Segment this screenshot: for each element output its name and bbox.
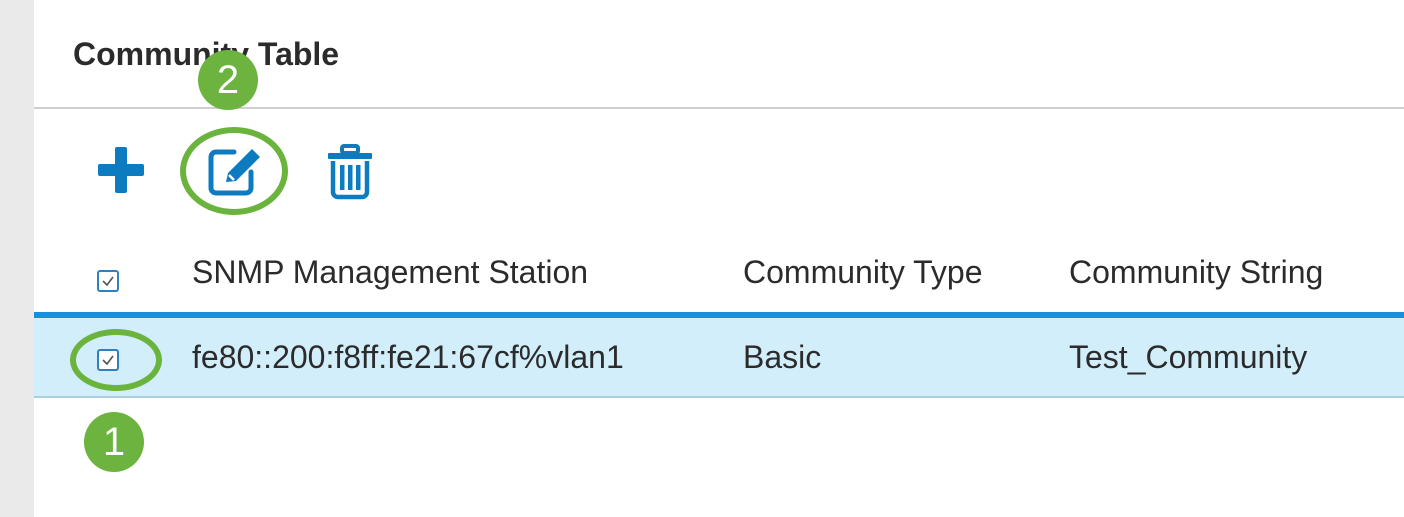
table-row[interactable]: fe80::200:f8ff:fe21:67cf%vlan1 Basic Tes… bbox=[34, 318, 1404, 398]
callout-badge-1: 1 bbox=[84, 412, 144, 472]
cell-station: fe80::200:f8ff:fe21:67cf%vlan1 bbox=[192, 339, 624, 375]
cell-string: Test_Community bbox=[1069, 339, 1308, 375]
checkmark-icon bbox=[102, 276, 114, 287]
left-panel-strip bbox=[0, 0, 34, 517]
add-button[interactable] bbox=[96, 145, 146, 195]
column-header-type[interactable]: Community Type bbox=[743, 254, 983, 291]
edit-icon bbox=[208, 149, 260, 196]
trash-icon bbox=[328, 144, 372, 200]
edit-button[interactable] bbox=[204, 144, 268, 200]
select-all-checkbox[interactable] bbox=[97, 270, 119, 292]
column-header-station[interactable]: SNMP Management Station bbox=[192, 254, 588, 291]
cell-type: Basic bbox=[743, 339, 822, 375]
callout-badge-2: 2 bbox=[198, 50, 258, 110]
table-header-row: SNMP Management Station Community Type C… bbox=[34, 240, 1404, 312]
row-checkbox[interactable] bbox=[97, 349, 119, 371]
delete-button[interactable] bbox=[324, 144, 376, 200]
checkmark-icon bbox=[102, 355, 114, 366]
column-header-string[interactable]: Community String bbox=[1069, 254, 1323, 291]
